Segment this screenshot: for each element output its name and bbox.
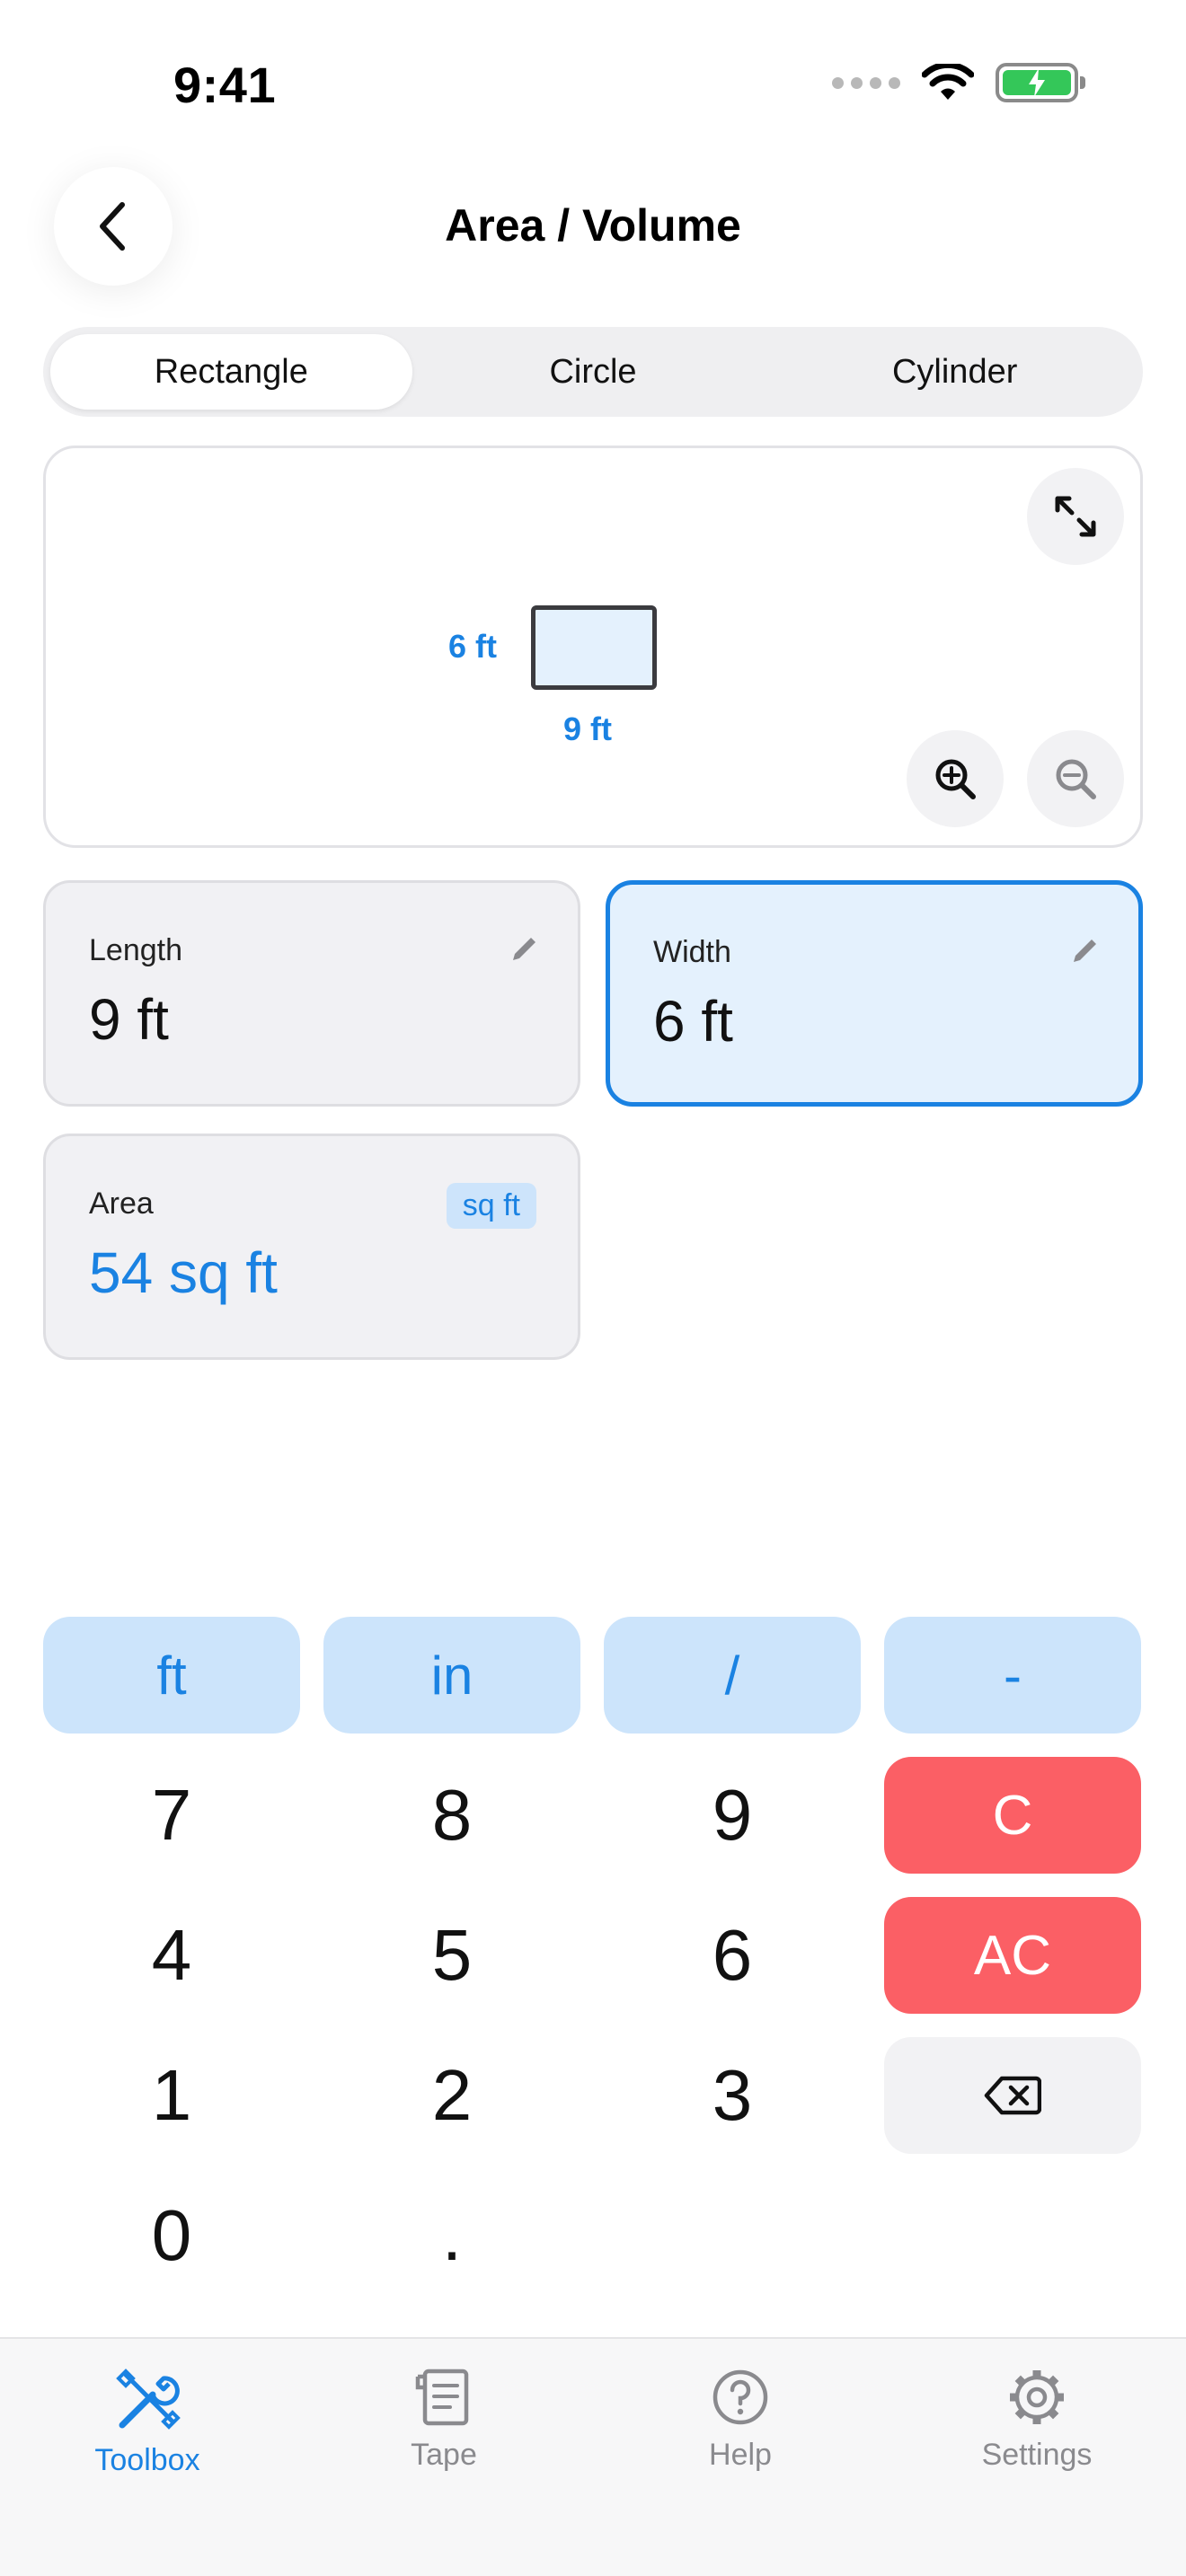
zoom-in-icon — [935, 759, 976, 799]
pencil-icon — [513, 938, 535, 960]
pencil-icon — [1074, 940, 1096, 962]
zoom-in-button[interactable] — [907, 730, 1004, 827]
width-dimension-label: 6 ft — [448, 628, 497, 665]
tabbar-label-help: Help — [709, 2438, 772, 2472]
key-fraction[interactable]: / — [604, 1617, 861, 1734]
key-dash[interactable]: - — [884, 1617, 1141, 1734]
width-value: 6 ft — [653, 989, 733, 1054]
key-2[interactable]: 2 — [323, 2037, 580, 2154]
shape-diagram: 6 ft 9 ft — [43, 446, 1143, 848]
rectangle-shape — [531, 605, 657, 690]
key-ft[interactable]: ft — [43, 1617, 300, 1734]
tab-cylinder[interactable]: Cylinder — [774, 334, 1136, 410]
area-unit-badge[interactable]: sq ft — [446, 1183, 536, 1229]
key-3[interactable]: 3 — [604, 2037, 861, 2154]
zoom-out-icon — [1056, 759, 1096, 799]
status-time: 9:41 — [173, 57, 277, 113]
key-7[interactable]: 7 — [43, 1757, 300, 1874]
tabbar-item-help[interactable]: Help — [624, 2366, 857, 2473]
tabbar-item-tape[interactable]: Tape — [327, 2366, 561, 2473]
length-label: Length — [89, 933, 182, 967]
expand-button[interactable] — [1027, 468, 1124, 565]
key-4[interactable]: 4 — [43, 1897, 300, 2014]
wifi-icon — [922, 64, 974, 100]
status-icons — [832, 63, 1085, 102]
length-value: 9 ft — [89, 987, 169, 1052]
backspace-icon — [984, 2076, 1041, 2115]
clear-button[interactable]: C — [884, 1757, 1141, 1874]
backspace-button[interactable] — [884, 2037, 1141, 2154]
zoom-out-button[interactable] — [1027, 730, 1124, 827]
battery-icon — [996, 63, 1085, 102]
tab-rectangle[interactable]: Rectangle — [50, 334, 412, 410]
tabbar-label-tape: Tape — [411, 2438, 477, 2472]
tab-bar: Toolbox Tape Help Settings — [0, 2337, 1186, 2576]
tabbar-label-toolbox: Toolbox — [94, 2443, 200, 2477]
tab-circle[interactable]: Circle — [412, 334, 774, 410]
area-value: 54 sq ft — [89, 1240, 278, 1305]
length-dimension-label: 9 ft — [563, 710, 612, 747]
tabbar-item-settings[interactable]: Settings — [920, 2366, 1154, 2473]
key-8[interactable]: 8 — [323, 1757, 580, 1874]
tape-icon — [415, 2369, 469, 2426]
shape-segmented-control: Rectangle Circle Cylinder — [43, 327, 1143, 417]
tabbar-label-settings: Settings — [981, 2438, 1093, 2472]
expand-icon — [1055, 496, 1096, 537]
help-icon — [712, 2369, 768, 2425]
key-1[interactable]: 1 — [43, 2037, 300, 2154]
cellular-signal-icon — [832, 76, 900, 89]
tabbar-item-toolbox[interactable]: Toolbox — [31, 2366, 264, 2478]
key-decimal[interactable]: . — [323, 2177, 580, 2294]
width-field[interactable]: Width 6 ft — [606, 880, 1143, 1107]
settings-icon — [1010, 2370, 1064, 2424]
key-in[interactable]: in — [323, 1617, 580, 1734]
width-label: Width — [653, 935, 731, 969]
length-field[interactable]: Length 9 ft — [43, 880, 580, 1107]
key-9[interactable]: 9 — [604, 1757, 861, 1874]
all-clear-button[interactable]: AC — [884, 1897, 1141, 2014]
key-0[interactable]: 0 — [43, 2177, 300, 2294]
toolbox-icon — [116, 2369, 181, 2430]
key-6[interactable]: 6 — [604, 1897, 861, 2014]
page-title: Area / Volume — [445, 200, 741, 251]
key-5[interactable]: 5 — [323, 1897, 580, 2014]
area-result: Area sq ft 54 sq ft — [43, 1134, 580, 1360]
